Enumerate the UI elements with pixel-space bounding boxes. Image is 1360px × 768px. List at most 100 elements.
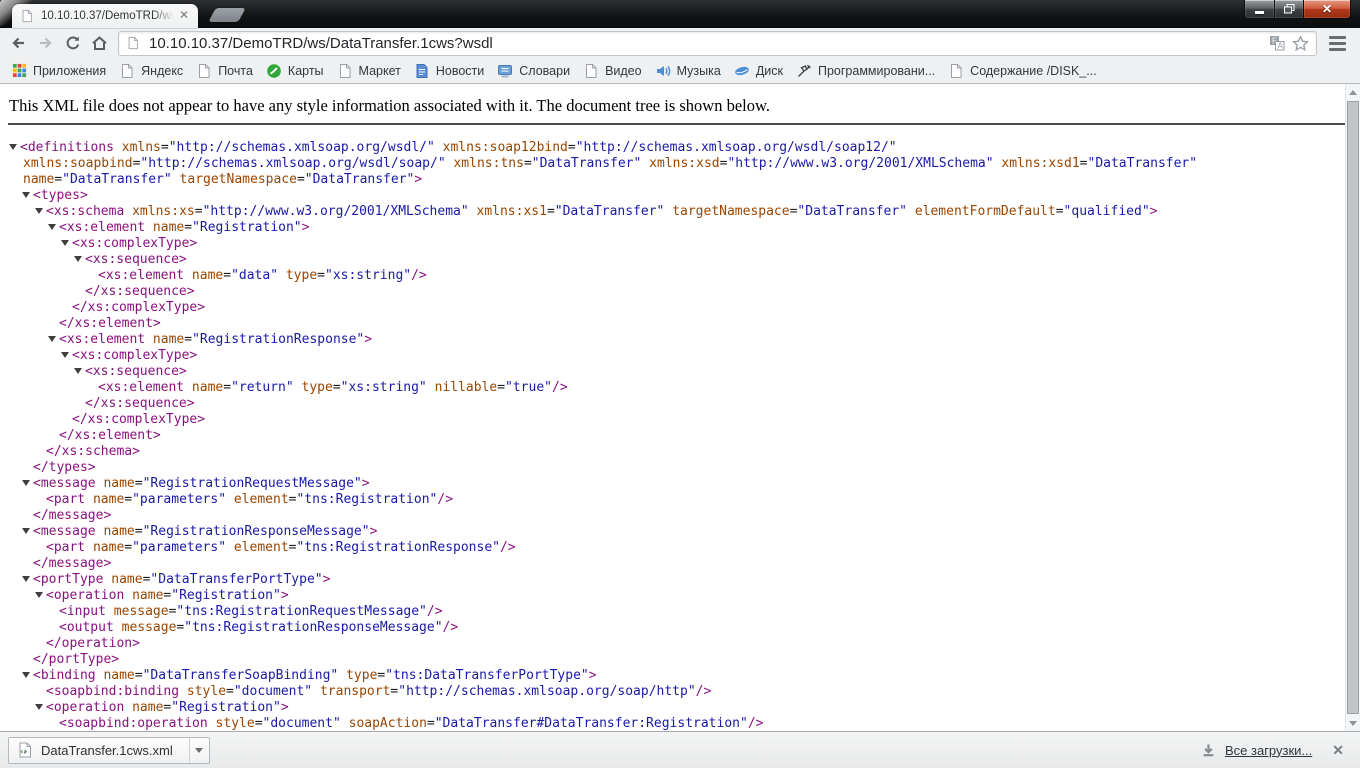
- xml-line: <input message="tns:RegistrationRequestM…: [59, 604, 443, 619]
- menu-button[interactable]: [1322, 31, 1352, 56]
- bookmark-item[interactable]: Яндекс: [114, 61, 191, 81]
- home-button[interactable]: [86, 31, 113, 56]
- bookmark-item[interactable]: Карты: [261, 61, 332, 81]
- download-shelf-right: Все загрузки... ✕: [1201, 742, 1352, 759]
- bookmark-label: Яндекс: [141, 63, 184, 78]
- bookmark-item[interactable]: Маркет: [332, 61, 409, 81]
- address-bar[interactable]: 10.10.10.37/DemoTRD/ws/DataTransfer.1cws…: [118, 30, 1317, 56]
- back-button[interactable]: [5, 31, 32, 56]
- xml-line: </portType>: [33, 652, 120, 667]
- download-shelf: DataTransfer.1cws.xml Все загрузки... ✕: [0, 731, 1360, 768]
- xml-line: <binding name="DataTransferSoapBinding" …: [0, 668, 1360, 684]
- collapse-arrow-icon[interactable]: [35, 704, 43, 710]
- bookmark-item[interactable]: Музыка: [650, 61, 729, 81]
- collapse-arrow-icon[interactable]: [48, 224, 56, 230]
- reload-button[interactable]: [59, 31, 86, 56]
- collapse-arrow-icon[interactable]: [74, 256, 82, 262]
- home-icon: [92, 36, 107, 50]
- all-downloads-link[interactable]: Все загрузки...: [1225, 743, 1312, 758]
- apps-grid-icon: [11, 63, 27, 79]
- bookmark-label: Словари: [519, 63, 571, 78]
- collapse-arrow-icon[interactable]: [22, 528, 30, 534]
- bookmark-label: Почта: [218, 63, 253, 78]
- collapse-arrow-icon[interactable]: [22, 192, 30, 198]
- arrow-up-icon: [1349, 89, 1357, 95]
- page-content: This XML file does not appear to have an…: [0, 84, 1360, 731]
- xml-line: </xs:complexType>: [72, 412, 206, 427]
- vertical-scrollbar[interactable]: [1345, 84, 1360, 731]
- news-doc-icon: [414, 63, 430, 79]
- translate-icon[interactable]: FA: [1269, 35, 1285, 51]
- download-filename: DataTransfer.1cws.xml: [41, 742, 173, 758]
- page-favicon-icon: [19, 8, 35, 24]
- window-close-button[interactable]: ✕: [1304, 0, 1351, 19]
- bookmark-item[interactable]: Программировани...: [791, 61, 943, 81]
- tab-close-icon[interactable]: ✕: [177, 9, 191, 23]
- xml-line: <portType name="DataTransferPortType">: [0, 572, 1360, 588]
- bookmark-label: Диск: [755, 63, 783, 78]
- xml-line: <part name="parameters" element="tns:Reg…: [46, 540, 516, 555]
- forward-arrow-icon: [40, 37, 52, 49]
- xml-line: xmlns:soapbind="http://schemas.xmlsoap.o…: [23, 156, 1198, 171]
- bookmark-item[interactable]: Почта: [191, 61, 261, 81]
- close-icon: ✕: [1321, 2, 1333, 16]
- bookmark-label: Видео: [605, 63, 642, 78]
- collapse-arrow-icon[interactable]: [9, 144, 17, 150]
- window-restore-button[interactable]: [1275, 0, 1304, 19]
- xml-line: </xs:complexType>: [72, 300, 206, 315]
- bookmark-item[interactable]: Содержание /DISK_...: [943, 61, 1105, 81]
- divider: [8, 123, 1352, 125]
- reload-icon: [66, 36, 79, 50]
- xml-line: <xs:element name="RegistrationResponse">: [0, 332, 1360, 348]
- scroll-down-button[interactable]: [1346, 715, 1360, 731]
- xml-line: </xs:schema>: [46, 444, 140, 459]
- bookmark-item[interactable]: Диск: [729, 61, 791, 81]
- url-text[interactable]: 10.10.10.37/DemoTRD/ws/DataTransfer.1cws…: [149, 35, 1262, 52]
- new-tab-button[interactable]: [208, 8, 246, 22]
- collapse-arrow-icon[interactable]: [22, 480, 30, 486]
- xml-line: </types>: [33, 460, 96, 475]
- bookmarks-bar: Приложения Яндекс Почта Карты Маркет Новости С…: [0, 58, 1360, 84]
- collapse-arrow-icon[interactable]: [61, 240, 69, 246]
- caret-down-icon[interactable]: [190, 747, 209, 753]
- bookmark-label: Программировани...: [817, 63, 936, 78]
- window-minimize-button[interactable]: [1244, 0, 1275, 19]
- collapse-arrow-icon[interactable]: [74, 368, 82, 374]
- xml-line: </message>: [33, 508, 112, 523]
- bookmark-label: Новости: [435, 63, 485, 78]
- collapse-arrow-icon[interactable]: [22, 576, 30, 582]
- page-favicon-icon: [126, 36, 140, 50]
- download-shelf-close-icon[interactable]: ✕: [1332, 742, 1344, 759]
- collapse-arrow-icon[interactable]: [35, 208, 43, 214]
- scroll-up-button[interactable]: [1346, 84, 1360, 100]
- collapse-arrow-icon[interactable]: [22, 672, 30, 678]
- bookmark-item[interactable]: Новости: [409, 61, 492, 81]
- forward-button[interactable]: [32, 31, 59, 56]
- xml-line: <types>: [0, 188, 1360, 204]
- collapse-arrow-icon[interactable]: [61, 352, 69, 358]
- bookmark-item[interactable]: Приложения: [6, 61, 114, 81]
- download-item[interactable]: DataTransfer.1cws.xml: [8, 736, 210, 764]
- scrollbar-thumb[interactable]: [1347, 101, 1359, 714]
- page-icon: [583, 63, 599, 79]
- xml-tree: <definitions xmlns="http://schemas.xmlso…: [0, 140, 1360, 731]
- page-icon: [948, 63, 964, 79]
- maps-icon: [266, 63, 282, 79]
- xml-line: <operation name="Registration">: [0, 700, 1360, 716]
- collapse-arrow-icon[interactable]: [48, 336, 56, 342]
- xml-line: <soapbind:binding style="document" trans…: [46, 684, 712, 699]
- collapse-arrow-icon[interactable]: [35, 592, 43, 598]
- minimize-icon: [1255, 11, 1264, 14]
- bookmark-star-icon[interactable]: [1292, 34, 1309, 52]
- xml-line: <xs:schema xmlns:xs="http://www.w3.org/2…: [0, 204, 1360, 220]
- bookmark-item[interactable]: Видео: [578, 61, 650, 81]
- browser-toolbar: 10.10.10.37/DemoTRD/ws/DataTransfer.1cws…: [0, 28, 1360, 58]
- browser-tab[interactable]: 10.10.10.37/DemoTRD/ws ✕: [12, 4, 198, 28]
- xml-line: <definitions xmlns="http://schemas.xmlso…: [0, 140, 1360, 156]
- xml-line: name="DataTransfer" targetNamespace="Dat…: [23, 172, 423, 187]
- xml-line: </xs:element>: [59, 316, 161, 331]
- svg-text:A: A: [1278, 42, 1284, 51]
- bookmark-label: Карты: [287, 63, 324, 78]
- page-icon: [196, 63, 212, 79]
- bookmark-item[interactable]: Словари: [492, 61, 578, 81]
